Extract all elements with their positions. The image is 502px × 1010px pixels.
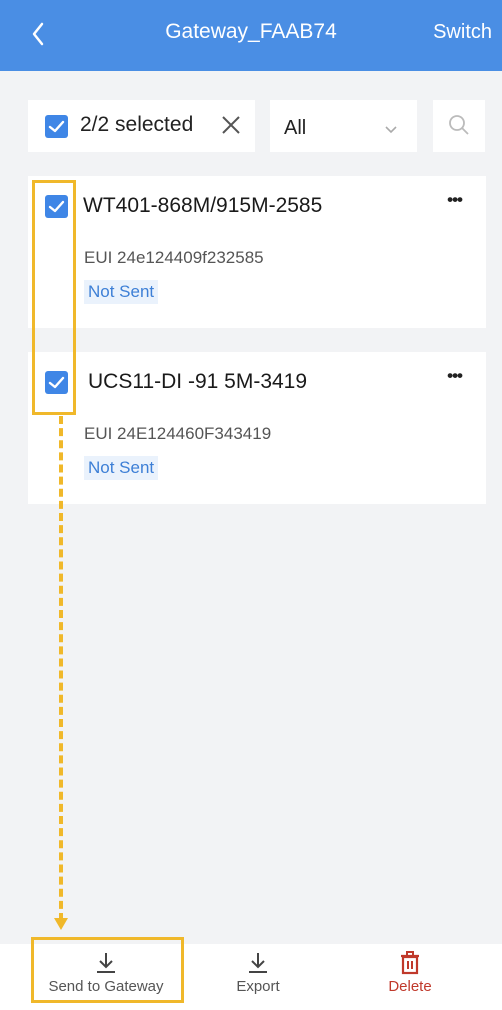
filter-bar: 2/2 selected All <box>28 100 489 152</box>
select-all-checkbox[interactable] <box>45 115 68 138</box>
status-badge: Not Sent <box>84 456 159 480</box>
guide-arrow-line <box>59 416 63 921</box>
switch-button[interactable]: Switch <box>433 21 492 44</box>
checkbox-highlight <box>32 180 76 415</box>
more-horizontal-icon[interactable]: ••• <box>447 366 463 386</box>
device-eui: EUI 24e124409f232585 <box>84 248 264 267</box>
close-icon[interactable] <box>219 113 243 137</box>
status-badge: Not Sent <box>84 280 159 304</box>
delete-button[interactable]: Delete <box>340 944 480 1010</box>
list-item[interactable]: WT401-868M/915M-2585 ••• EUI 24e124409f2… <box>28 176 486 328</box>
export-label: Export <box>236 978 280 995</box>
delete-label: Delete <box>388 978 432 995</box>
device-eui: EUI 24E124460F343419 <box>84 424 272 443</box>
send-button-highlight <box>31 937 184 1003</box>
export-button[interactable]: Export <box>188 944 328 1010</box>
search-button[interactable] <box>433 100 485 152</box>
dropdown-value: All <box>284 117 307 139</box>
more-horizontal-icon[interactable]: ••• <box>447 190 463 210</box>
selected-count: 2/2 selected <box>80 113 194 136</box>
device-name: WT401-868M/915M-2585 <box>83 194 323 217</box>
chevron-down-icon <box>385 121 397 139</box>
list-item[interactable]: UCS11-DI -91 5M-3419 ••• EUI 24E124460F3… <box>28 352 486 504</box>
guide-arrow-head <box>54 918 68 930</box>
selection-box: 2/2 selected <box>28 100 255 152</box>
type-dropdown[interactable]: All <box>270 100 417 152</box>
device-name: UCS11-DI -91 5M-3419 <box>88 370 308 393</box>
page-title: Gateway_FAAB74 <box>165 20 337 43</box>
app-header: Gateway_FAAB74 Switch <box>0 0 502 71</box>
